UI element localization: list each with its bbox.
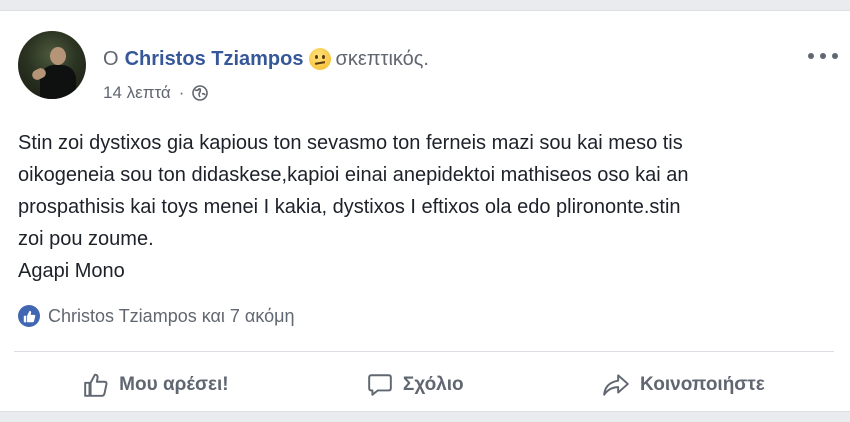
post-timestamp[interactable]: 14 λεπτά bbox=[103, 83, 171, 103]
more-options-icon[interactable] bbox=[808, 49, 838, 63]
post-text-line: prospathisis kai toys menei I kakia, dys… bbox=[18, 196, 681, 218]
avatar-figure-body bbox=[40, 65, 76, 99]
post-header: Ο Christos Tziampos σκεπτικός. bbox=[103, 47, 429, 71]
post-card: Ο Christos Tziampos σκεπτικός. 14 λεπτά … bbox=[0, 10, 850, 412]
author-avatar[interactable] bbox=[18, 31, 86, 99]
share-button[interactable]: Κοινοποιήστε bbox=[602, 372, 765, 398]
divider bbox=[14, 351, 834, 352]
feeling-text[interactable]: σκεπτικός. bbox=[335, 47, 428, 71]
post-body: Stin zoi dystixos gia kapious ton sevasm… bbox=[18, 127, 818, 287]
like-reaction-icon bbox=[18, 305, 40, 327]
post-text-line: oikogeneia sou ton didaskese,kapioi eina… bbox=[18, 164, 689, 186]
post-text-line: zoi pou zoume. bbox=[18, 228, 154, 250]
reactions-summary-text[interactable]: Christos Tziampos και 7 ακόμη bbox=[48, 306, 295, 327]
post-text-line: Agapi Mono bbox=[18, 260, 125, 282]
post-meta: 14 λεπτά · bbox=[103, 83, 209, 103]
comment-bubble-icon bbox=[368, 374, 392, 396]
author-prefix: Ο bbox=[103, 48, 119, 70]
thinking-face-emoji-icon bbox=[309, 48, 332, 70]
author-name-link[interactable]: Christos Tziampos bbox=[125, 47, 304, 71]
thumbs-up-icon bbox=[84, 373, 108, 397]
reactions-summary[interactable]: Christos Tziampos και 7 ακόμη bbox=[18, 305, 295, 327]
meta-separator: · bbox=[178, 83, 185, 102]
post-actions-bar: Μου αρέσει! Σχόλιο Κοινοποιήστε bbox=[14, 361, 834, 409]
avatar-figure-head bbox=[50, 47, 66, 65]
globe-icon[interactable] bbox=[192, 85, 209, 101]
post-text-line: Stin zoi dystixos gia kapious ton sevasm… bbox=[18, 132, 683, 154]
comment-button-label: Σχόλιο bbox=[402, 374, 464, 395]
like-button[interactable]: Μου αρέσει! bbox=[83, 372, 229, 398]
share-button-label: Κοινοποιήστε bbox=[639, 374, 765, 395]
share-arrow-icon bbox=[603, 374, 629, 396]
like-button-label: Μου αρέσει! bbox=[119, 374, 229, 395]
comment-button[interactable]: Σχόλιο bbox=[367, 372, 464, 398]
